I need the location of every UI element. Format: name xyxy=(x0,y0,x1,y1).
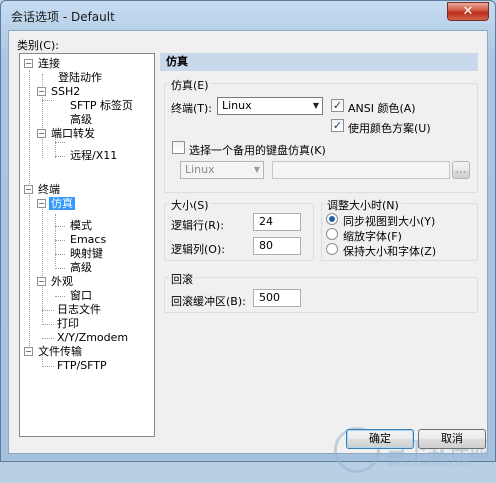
tree-item-xyzmodem[interactable]: X/Y/Zmodem xyxy=(55,331,130,345)
scrollback-group-title: 回滚 xyxy=(169,271,195,287)
cols-input[interactable]: 80 xyxy=(253,237,301,255)
title-bar[interactable]: 会话选项 - Default ✕ xyxy=(1,1,495,29)
tree-item-emulation-advanced[interactable]: 高级 xyxy=(68,261,94,275)
panel-header: 仿真 xyxy=(160,53,478,71)
resize-group-title: 调整大小时(N) xyxy=(325,197,401,213)
tree-item-remote-x11[interactable]: 远程/X11 xyxy=(68,149,119,163)
alt-keyboard-path-field[interactable] xyxy=(272,161,450,179)
collapse-icon[interactable]: − xyxy=(24,59,33,68)
alt-keyboard-checkbox[interactable] xyxy=(172,141,185,154)
tree-item-terminal[interactable]: − 终端 xyxy=(24,183,62,197)
tree-item-connection[interactable]: − 连接 xyxy=(24,57,62,71)
use-color-scheme-checkbox[interactable]: ✓ xyxy=(331,119,344,132)
use-color-scheme-label: 使用颜色方案(U) xyxy=(348,122,431,135)
terminal-label: 终端(T): xyxy=(171,102,213,115)
watermark-url: www.downxia.com xyxy=(386,459,470,469)
tree-item-emacs[interactable]: Emacs xyxy=(68,233,108,247)
tree-item-appearance[interactable]: − 外观 xyxy=(37,275,75,289)
alt-keyboard-label: 选择一个备用的键盘仿真(K) xyxy=(189,144,326,157)
size-group-title: 大小(S) xyxy=(169,197,211,213)
tree-item-emulation[interactable]: − 仿真 xyxy=(37,197,75,211)
close-icon: ✕ xyxy=(462,4,474,19)
scrollback-buffer-label: 回滚缓冲区(B): xyxy=(171,295,246,308)
tree-item-ssh2[interactable]: − SSH2 xyxy=(37,85,82,99)
window-title: 会话选项 - Default xyxy=(11,10,115,24)
dropdown-arrow-icon: ▼ xyxy=(253,165,260,174)
tree-item-window[interactable]: 窗口 xyxy=(68,289,94,303)
keep-size-font-label: 保持大小和字体(Z) xyxy=(343,245,437,258)
scale-font-label: 缩放字体(F) xyxy=(343,230,402,243)
tree-item-port-forwarding[interactable]: − 端口转发 xyxy=(37,127,97,141)
cols-label: 逻辑列(O): xyxy=(171,243,225,256)
tree-item-ssh2-advanced[interactable]: 高级 xyxy=(68,113,94,127)
rows-input[interactable]: 24 xyxy=(253,213,301,231)
collapse-icon[interactable]: − xyxy=(37,87,46,96)
cancel-button[interactable]: 取消 xyxy=(418,429,486,449)
tree-item-sftp-tab[interactable]: SFTP 标签页 xyxy=(68,99,135,113)
category-label: 类别(C): xyxy=(17,39,59,52)
dropdown-arrow-icon: ▼ xyxy=(312,101,319,110)
collapse-icon[interactable]: − xyxy=(37,199,46,208)
keep-size-font-radio[interactable] xyxy=(326,243,338,255)
collapse-icon[interactable]: − xyxy=(37,129,46,138)
ansi-color-checkbox[interactable]: ✓ xyxy=(331,99,344,112)
alt-keyboard-select[interactable]: Linux ▼ xyxy=(180,161,264,179)
sync-view-label: 同步视图到大小(Y) xyxy=(343,215,436,228)
ok-button[interactable]: 确定 xyxy=(346,429,414,449)
ansi-color-label: ANSI 颜色(A) xyxy=(348,102,416,115)
close-button[interactable]: ✕ xyxy=(447,2,489,21)
dialog-window: 会话选项 - Default ✕ 类别(C): − 连接 登陆动作 − SSH2… xyxy=(0,0,496,473)
tree-item-log-file[interactable]: 日志文件 xyxy=(55,303,103,317)
scale-font-radio[interactable] xyxy=(326,228,338,240)
dialog-client-area: 类别(C): − 连接 登陆动作 − SSH2 SFTP 标签页 高级 − 端口… xyxy=(8,30,490,473)
terminal-select[interactable]: Linux ▼ xyxy=(217,97,323,115)
tree-item-ftp-sftp[interactable]: FTP/SFTP xyxy=(55,359,109,373)
tree-item-mapped-keys[interactable]: 映射键 xyxy=(68,247,105,261)
scrollback-buffer-input[interactable]: 500 xyxy=(253,289,301,307)
browse-button[interactable]: ... xyxy=(452,161,470,179)
sync-view-radio[interactable] xyxy=(326,213,338,225)
collapse-icon[interactable]: − xyxy=(37,277,46,286)
rows-label: 逻辑行(R): xyxy=(171,219,224,232)
collapse-icon[interactable]: − xyxy=(24,347,33,356)
tree-item-login-actions[interactable]: 登陆动作 xyxy=(56,71,104,85)
category-tree[interactable]: − 连接 登陆动作 − SSH2 SFTP 标签页 高级 − 端口转发 远程/X11 … xyxy=(19,53,155,437)
tree-item-modes[interactable]: 模式 xyxy=(68,219,94,233)
tree-item-file-transfer[interactable]: − 文件传输 xyxy=(24,345,84,359)
emulation-group-title: 仿真(E) xyxy=(169,77,211,93)
collapse-icon[interactable]: − xyxy=(24,185,33,194)
tree-item-printing[interactable]: 打印 xyxy=(55,317,81,331)
